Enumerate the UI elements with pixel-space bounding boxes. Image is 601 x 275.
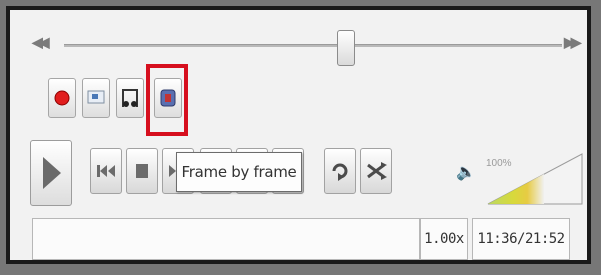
tooltip: Frame by frame xyxy=(176,152,302,192)
shuffle-button[interactable] xyxy=(360,148,392,194)
snapshot-button[interactable] xyxy=(82,78,110,118)
record-button[interactable] xyxy=(48,78,76,118)
play-icon xyxy=(43,157,61,189)
seek-track[interactable] xyxy=(64,44,562,47)
stop-icon xyxy=(136,164,148,178)
frame-by-frame-highlight xyxy=(146,64,188,136)
loop-ab-button[interactable] xyxy=(116,78,144,118)
shuffle-icon xyxy=(367,162,387,180)
time-display[interactable]: 11:36/21:52 xyxy=(472,218,570,260)
playback-speed[interactable]: 1.00x xyxy=(420,218,468,260)
play-button[interactable] xyxy=(30,140,72,206)
snapshot-icon xyxy=(87,90,105,104)
volume-slider[interactable] xyxy=(486,150,584,206)
record-icon xyxy=(54,90,70,106)
skip-back-icon[interactable]: ◀◀ xyxy=(32,34,49,51)
previous-button[interactable] xyxy=(90,148,122,194)
volume-wedge xyxy=(487,153,583,205)
loop-ab-icon xyxy=(122,89,138,107)
stop-button[interactable] xyxy=(126,148,158,194)
speaker-icon[interactable]: 🔈 xyxy=(456,162,476,182)
loop-icon xyxy=(332,163,348,181)
player-controls-panel: ◀◀ ▶▶ Frame by frame 🔈 100% 1.00x 11:36/… xyxy=(6,6,591,264)
seek-thumb[interactable] xyxy=(337,30,355,66)
status-bar xyxy=(32,218,420,260)
previous-icon xyxy=(97,165,115,177)
loop-button[interactable] xyxy=(324,148,356,194)
screenshot-frame: ◀◀ ▶▶ Frame by frame 🔈 100% 1.00x 11:36/… xyxy=(0,0,601,275)
seek-row: ◀◀ ▶▶ xyxy=(30,30,590,66)
skip-forward-icon[interactable]: ▶▶ xyxy=(564,34,581,51)
